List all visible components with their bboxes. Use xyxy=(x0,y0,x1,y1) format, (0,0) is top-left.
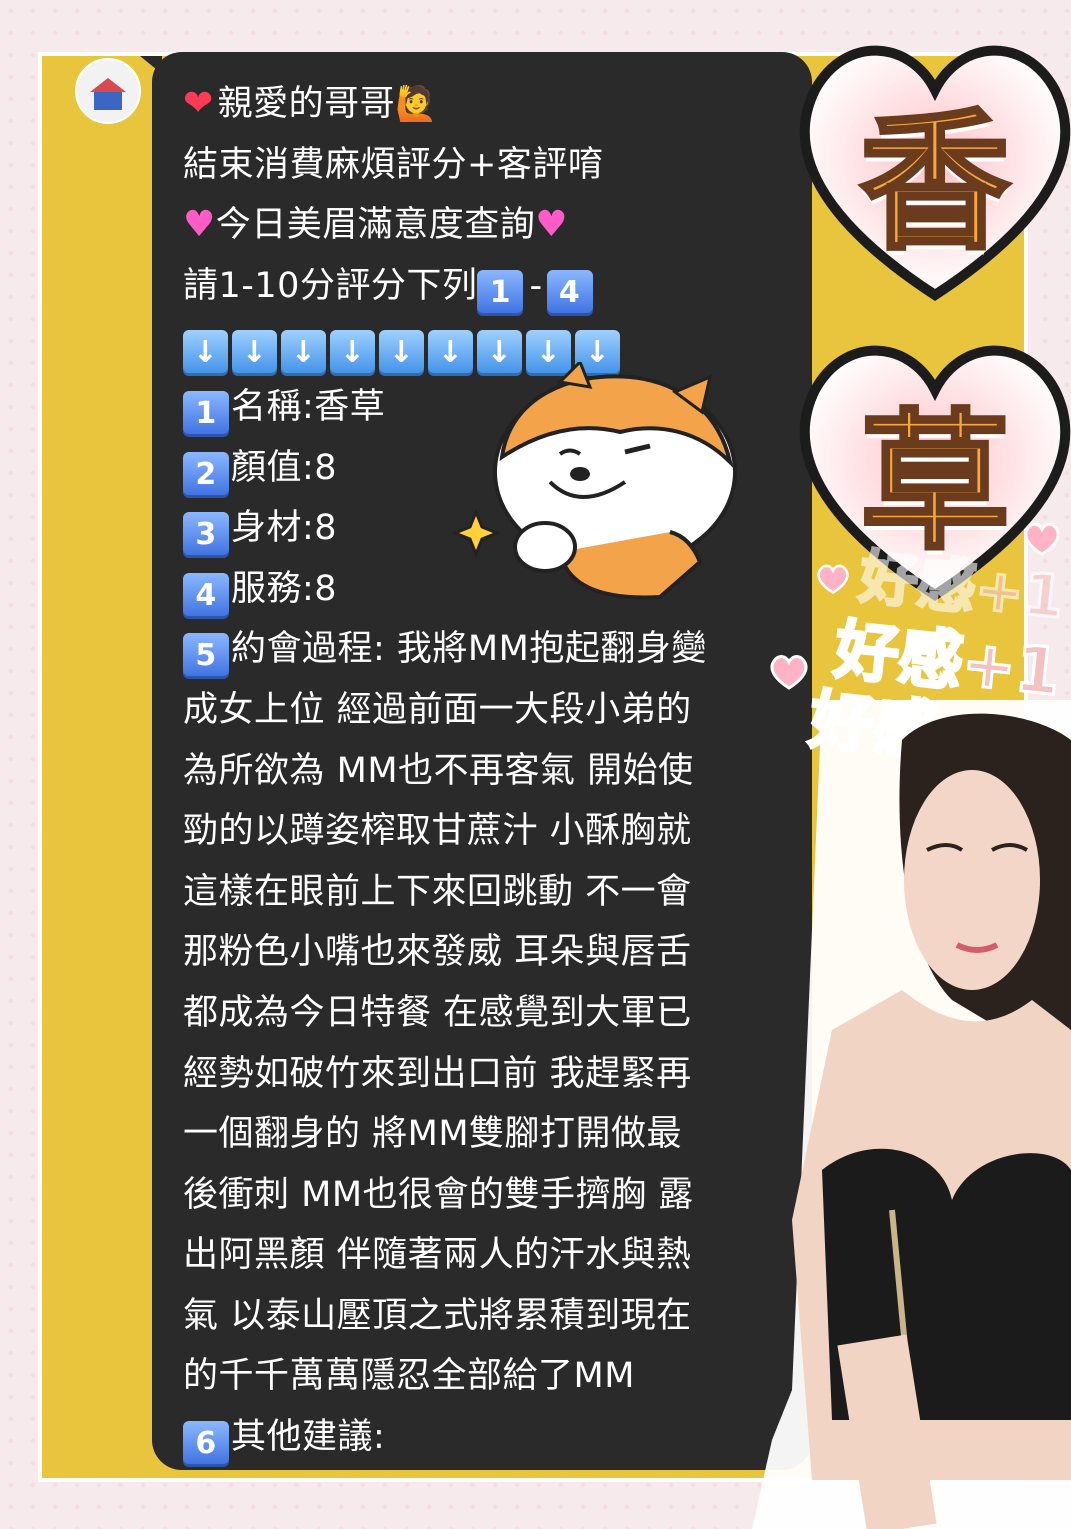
date-process-line: 都成為今日特餐 在感覺到大軍已 xyxy=(183,992,692,1033)
small-heart-icon xyxy=(1024,522,1060,556)
name-heart-sticker: 香 xyxy=(790,30,1071,310)
down-arrow-icon: ↓ xyxy=(183,330,228,377)
date-process-line: 勁的以蹲姿榨取甘蔗汁 小酥胸就 xyxy=(183,811,692,852)
rating-item-text: 身材:8 xyxy=(231,508,338,549)
dog-paw-thumbs-up xyxy=(513,521,577,573)
greeting-text: 親愛的哥哥 xyxy=(217,84,396,124)
rating-item-text: 顏值:8 xyxy=(231,447,338,488)
red-heart-icon: ❤ xyxy=(183,83,214,124)
rating-prompt-text: 請1-10分評分下列 xyxy=(183,265,478,306)
sparkle-icon xyxy=(450,507,502,559)
date-process-line: 那粉色小嘴也來發威 耳朵與唇舌 xyxy=(183,932,692,973)
pink-heart-icon: ♥ xyxy=(535,204,569,246)
date-process-line: 氣 以泰山壓頂之式將累積到現在 xyxy=(183,1295,692,1336)
down-arrow-icon: ↓ xyxy=(281,330,326,377)
down-arrow-icon: ↓ xyxy=(232,330,277,377)
rating-item-text: 服務:8 xyxy=(231,568,338,609)
rating-prompt-line: 請1-10分評分下列 1-4 xyxy=(183,256,783,317)
date-process-line: 的千千萬萬隱忍全部給了MM xyxy=(183,1356,635,1397)
keycap-icon: 4 xyxy=(546,269,593,316)
dash-icon: - xyxy=(529,265,543,306)
date-process-line: 為所欲為 MM也不再客氣 開始使 xyxy=(183,750,694,791)
other-suggestions-line: 6 其他建議: xyxy=(183,1407,783,1468)
greeting-line: ❤ 親愛的哥哥🙋 xyxy=(183,74,783,135)
date-process-line: 一個翻身的 將MM雙腳打開做最 xyxy=(183,1114,683,1155)
date-process-line: 出阿黑顏 伴隨著兩人的汗水與熱 xyxy=(183,1235,692,1276)
keycap-icon: 2 xyxy=(183,451,229,498)
date-process-line: 後衝刺 MM也很會的雙手擠胸 露 xyxy=(183,1174,694,1215)
date-process-text: 約會過程: 我將MM抱起翻身變 xyxy=(231,629,707,670)
down-arrow-icon: ↓ xyxy=(330,330,375,377)
request-line: 結束消費麻煩評分+客評唷 xyxy=(183,144,604,185)
rating-item-text: 名稱:香草 xyxy=(231,386,386,427)
satisfaction-text: 今日美眉滿意度查詢 xyxy=(215,205,536,246)
date-process-line: 5 約會過程: 我將MM抱起翻身變 xyxy=(183,619,783,680)
other-suggestions-text: 其他建議: xyxy=(231,1417,386,1458)
down-arrow-icon: ↓ xyxy=(379,330,424,377)
keycap-icon: 5 xyxy=(183,633,229,680)
date-process-line: 這樣在眼前上下來回跳動 不一會 xyxy=(183,871,692,912)
name-char: 香 xyxy=(858,95,1012,273)
house-wall-icon xyxy=(94,92,122,110)
raising-hand-icon: 🙋 xyxy=(395,84,439,124)
small-heart-icon xyxy=(770,655,808,690)
small-heart-icon xyxy=(817,564,849,595)
dog-ear xyxy=(556,362,593,389)
shiba-dog-sticker xyxy=(450,362,737,600)
house-roof-icon xyxy=(90,78,126,92)
dog-nose xyxy=(570,467,590,481)
sender-avatar[interactable] xyxy=(75,58,141,124)
portrait-photo xyxy=(752,700,1071,1529)
satisfaction-line: ♥今日美眉滿意度查詢♥ xyxy=(183,195,783,256)
date-process-line: 經勢如破竹來到出口前 我趕緊再 xyxy=(183,1053,692,1094)
keycap-icon: 6 xyxy=(183,1421,229,1468)
date-process-line: 成女上位 經過前面一大段小弟的 xyxy=(183,689,692,730)
keycap-icon: 1 xyxy=(183,390,229,437)
keycap-icon: 4 xyxy=(183,572,229,619)
keycap-icon: 3 xyxy=(183,512,229,559)
pink-heart-icon: ♥ xyxy=(183,204,216,246)
message-text: ❤ 親愛的哥哥🙋 結束消費麻煩評分+客評唷 ♥今日美眉滿意度查詢♥ 請1-10分評… xyxy=(183,74,783,1468)
keycap-icon: 1 xyxy=(477,269,524,316)
